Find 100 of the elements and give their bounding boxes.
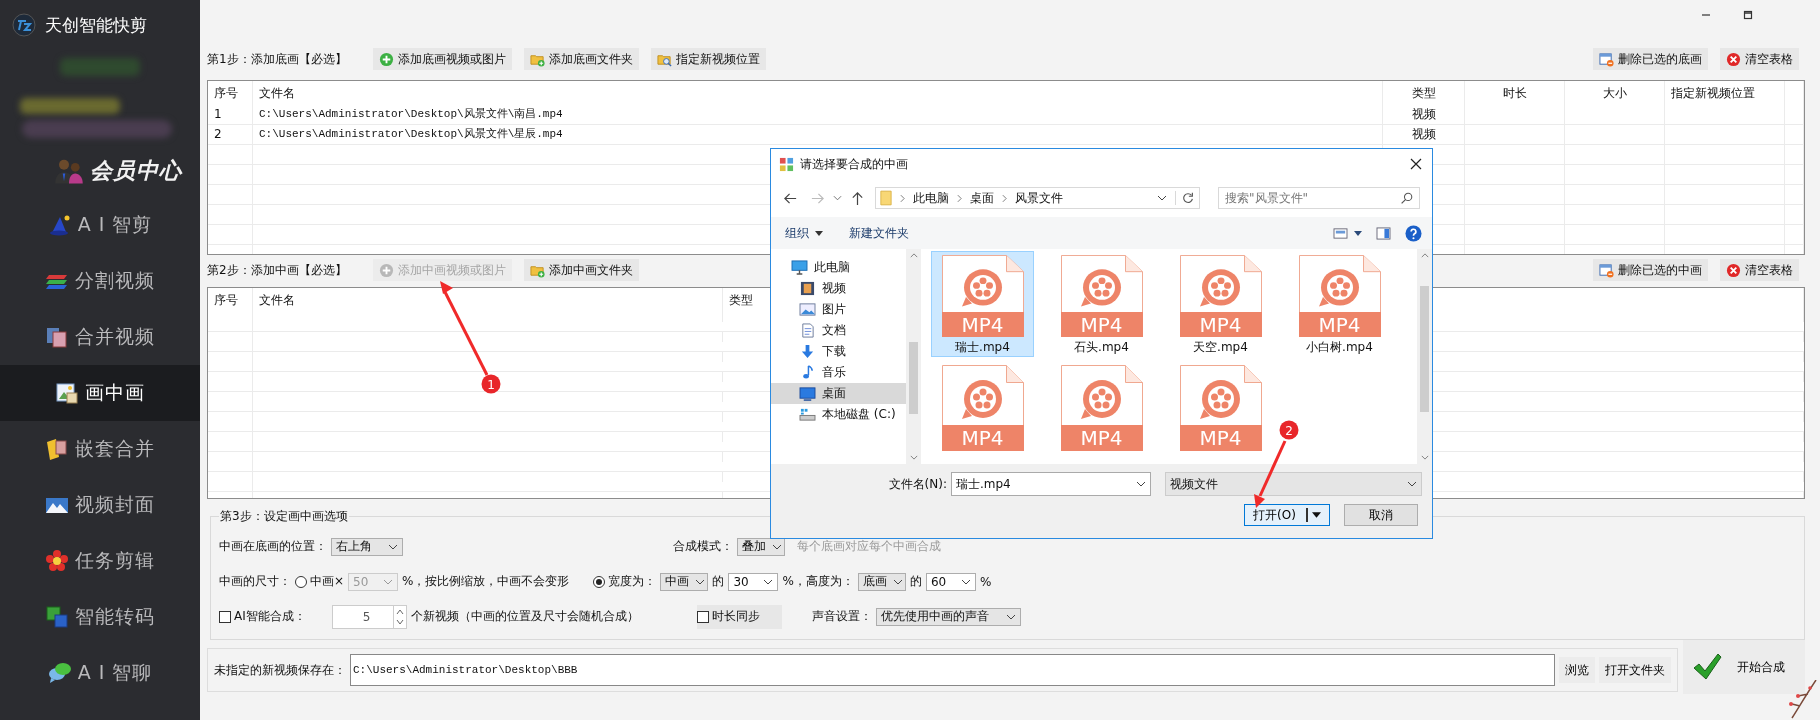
scroll-down-icon[interactable] bbox=[1420, 455, 1429, 460]
toolbar-button[interactable]: 删除已选的底画 bbox=[1593, 48, 1708, 70]
option-text: % bbox=[979, 574, 992, 589]
search-field[interactable]: 搜索"风景文件" bbox=[1218, 187, 1420, 209]
breadcrumb[interactable]: 风景文件 bbox=[1015, 189, 1063, 207]
nav-item[interactable]: 画中画 bbox=[0, 365, 200, 421]
nav-item[interactable]: 会员中心 bbox=[0, 145, 200, 197]
window-minus-icon bbox=[1599, 262, 1614, 278]
file-name: 天空.mp4 bbox=[1193, 339, 1248, 356]
close-icon[interactable] bbox=[1410, 158, 1422, 170]
maximize-icon[interactable] bbox=[1743, 10, 1753, 20]
video-file-icon bbox=[1179, 365, 1262, 425]
chevron-icon bbox=[1002, 193, 1007, 203]
table-cell: 视频 bbox=[1383, 125, 1465, 144]
logo-icon bbox=[12, 13, 36, 37]
plus-circle-icon bbox=[378, 262, 394, 278]
preview-pane-icon[interactable] bbox=[1376, 226, 1391, 240]
toolbar-button[interactable]: 删除已选的中画 bbox=[1593, 259, 1708, 281]
start-button[interactable]: 开始合成 bbox=[1683, 640, 1805, 694]
text-button[interactable]: 打开文件夹 bbox=[1599, 657, 1671, 683]
tree-item[interactable]: 本地磁盘 (C:) bbox=[771, 404, 906, 425]
file-type-dropdown[interactable]: 视频文件 bbox=[1165, 472, 1422, 496]
image-icon bbox=[799, 302, 816, 317]
table-cell: C:\Users\Administrator\Desktop\风景文件\星辰.mp4 bbox=[253, 125, 1383, 144]
dropdown[interactable]: 底画 bbox=[857, 572, 906, 591]
tree-item[interactable]: 音乐 bbox=[771, 362, 906, 383]
filename-field[interactable]: 瑞士.mp4 bbox=[951, 472, 1151, 496]
path-field[interactable]: C:\Users\Administrator\Desktop\BBB bbox=[350, 654, 1555, 686]
open-button[interactable]: 打开(O) bbox=[1244, 504, 1330, 526]
toolbar-button[interactable]: 添加底画视频或图片 bbox=[372, 48, 512, 70]
file-type-label: MP4 bbox=[1298, 312, 1381, 337]
nav-item[interactable]: 任务剪辑 bbox=[0, 533, 200, 589]
breadcrumb[interactable]: 桌面 bbox=[970, 189, 994, 207]
tree-item[interactable]: 此电脑 bbox=[771, 257, 906, 278]
chevron-icon bbox=[388, 543, 398, 550]
toolbar-button[interactable]: 清空表格 bbox=[1720, 259, 1799, 281]
chevron-icon[interactable] bbox=[833, 195, 842, 201]
number-field[interactable]: 5 bbox=[331, 604, 407, 629]
step-badge: 2 bbox=[1279, 420, 1299, 440]
nav-item[interactable]: 智能转码 bbox=[0, 589, 200, 645]
checkbox[interactable]: 时长同步 bbox=[696, 604, 782, 629]
refresh-icon[interactable] bbox=[1175, 191, 1195, 205]
tree-item[interactable]: 文档 bbox=[771, 320, 906, 341]
chevron-icon bbox=[772, 543, 782, 550]
scroll-thumb[interactable] bbox=[909, 342, 918, 414]
dropdown[interactable]: 60 bbox=[925, 572, 976, 591]
app-title: 天创智能快剪 bbox=[45, 13, 147, 37]
field-label: 声音设置： bbox=[811, 608, 872, 625]
dropdown[interactable]: 右上角 bbox=[331, 537, 403, 556]
up-icon[interactable] bbox=[850, 190, 865, 206]
text-button[interactable]: 浏览 bbox=[1559, 657, 1595, 683]
toolbar-button[interactable]: 添加底画文件夹 bbox=[523, 48, 639, 70]
address-bar[interactable]: 此电脑 桌面 风景文件 bbox=[875, 187, 1200, 209]
help-icon[interactable] bbox=[1405, 224, 1422, 242]
close-circle-icon bbox=[1726, 262, 1741, 278]
scroll-up-icon[interactable] bbox=[909, 253, 918, 258]
monitor-icon bbox=[799, 386, 816, 401]
chevron-icon bbox=[960, 578, 971, 585]
radio-button[interactable]: 宽度为： bbox=[593, 573, 657, 590]
dropdown[interactable]: 叠加 bbox=[737, 537, 785, 556]
scrollbar[interactable] bbox=[1417, 249, 1432, 464]
nav-item[interactable]: 视频封面 bbox=[0, 477, 200, 533]
nav-item[interactable]: A I 智聊 bbox=[0, 645, 200, 701]
toolbar-button[interactable]: 清空表格 bbox=[1720, 48, 1799, 70]
dropdown[interactable]: 30 bbox=[728, 572, 779, 591]
video-file-icon bbox=[1179, 255, 1262, 313]
nav-item[interactable]: 分割视频 bbox=[0, 253, 200, 309]
nav-item[interactable]: A I 智剪 bbox=[0, 197, 200, 253]
breadcrumb[interactable]: 此电脑 bbox=[913, 189, 949, 207]
tree-item[interactable]: 下载 bbox=[771, 341, 906, 362]
nav-item[interactable]: 嵌套合并 bbox=[0, 421, 200, 477]
column-header: 文件名 bbox=[253, 81, 1383, 105]
scroll-down-icon[interactable] bbox=[909, 455, 918, 460]
column-header: 指定新视频位置 bbox=[1665, 81, 1785, 105]
dialog-title: 请选择要合成的中画 bbox=[800, 155, 908, 173]
chevron-icon bbox=[892, 578, 903, 585]
toolbar-button[interactable]: 添加中画文件夹 bbox=[523, 259, 639, 281]
option-text: %，按比例缩放，中画不会变形 bbox=[402, 573, 570, 590]
window-minus-icon bbox=[1599, 51, 1614, 67]
command-button[interactable]: 组织 bbox=[779, 224, 829, 242]
dropdown[interactable]: 中画 bbox=[660, 572, 709, 591]
scroll-thumb[interactable] bbox=[1420, 286, 1429, 412]
checkbox[interactable]: AI智能合成： bbox=[219, 608, 306, 625]
file-tile[interactable]: MP4 瑞士.mp4 bbox=[931, 251, 1034, 357]
hint-text: 每个底画对应每个中画合成 bbox=[797, 538, 941, 555]
field-label: 中画的尺寸： bbox=[219, 573, 291, 590]
option-text: 的 bbox=[909, 573, 922, 590]
scroll-up-icon[interactable] bbox=[1420, 253, 1429, 258]
toolbar-button[interactable]: 指定新视频位置 bbox=[650, 48, 766, 70]
tree-item[interactable]: 桌面 bbox=[771, 383, 906, 404]
view-icon[interactable] bbox=[1333, 226, 1348, 240]
command-button[interactable]: 新建文件夹 bbox=[843, 224, 915, 242]
column-header: 类型 bbox=[1383, 81, 1465, 105]
scrollbar[interactable] bbox=[906, 249, 921, 464]
chat-bubbles-icon bbox=[47, 661, 72, 685]
caret-icon bbox=[815, 230, 823, 236]
dialog-button[interactable]: 取消 bbox=[1344, 504, 1418, 526]
dropdown[interactable]: 优先使用中画的声音 bbox=[875, 607, 1021, 626]
nav-item[interactable]: 合并视频 bbox=[0, 309, 200, 365]
caret-icon[interactable] bbox=[1354, 230, 1362, 236]
